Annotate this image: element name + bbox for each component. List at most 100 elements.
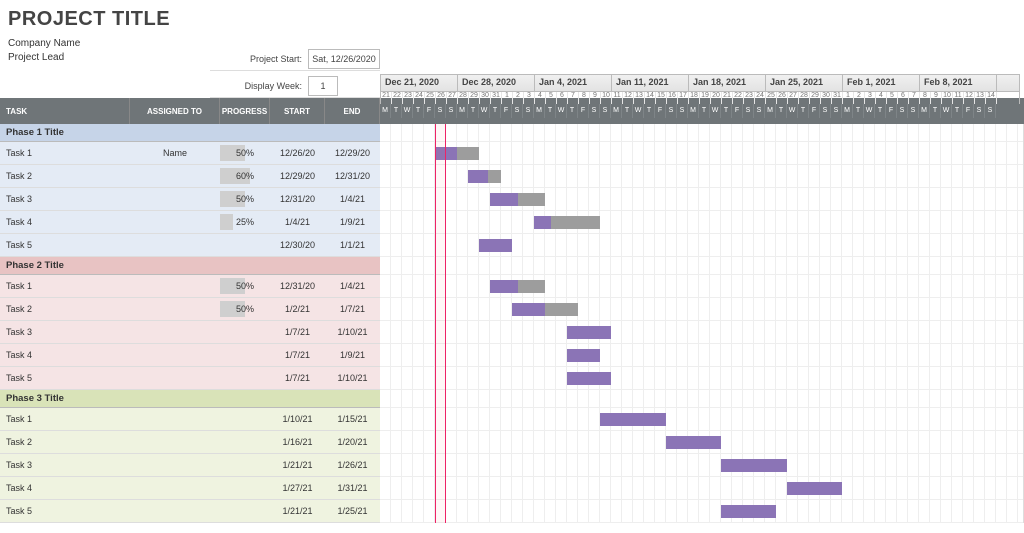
gantt-bar[interactable] <box>512 303 578 316</box>
task-start: 1/16/21 <box>270 431 325 453</box>
task-end: 1/4/21 <box>325 275 380 297</box>
dow-label: W <box>941 104 952 118</box>
day-number: 9 <box>590 92 601 104</box>
task-start: 1/21/21 <box>270 454 325 476</box>
task-progress <box>220 500 270 522</box>
dow-label: S <box>435 104 446 118</box>
task-end: 1/9/21 <box>325 211 380 233</box>
gantt-bar[interactable] <box>490 193 545 206</box>
dow-label: S <box>677 104 688 118</box>
gantt-bar[interactable] <box>666 436 721 449</box>
gantt-bar[interactable] <box>490 280 545 293</box>
day-number: 3 <box>865 92 876 104</box>
gantt-bar[interactable] <box>721 505 776 518</box>
dow-label: T <box>622 104 633 118</box>
gantt-row <box>380 321 1023 344</box>
day-number: 30 <box>480 92 491 104</box>
task-assigned <box>130 344 220 366</box>
gantt-bar[interactable] <box>567 372 611 385</box>
dow-label: S <box>985 104 996 118</box>
day-number: 25 <box>766 92 777 104</box>
gantt-row <box>380 142 1023 165</box>
gantt-row <box>380 477 1023 500</box>
gantt-bar[interactable] <box>534 216 600 229</box>
project-start-input[interactable]: Sat, 12/26/2020 <box>308 49 380 69</box>
task-row[interactable]: Task 31/7/211/10/21 <box>0 321 380 344</box>
company-name: Company Name <box>8 37 1024 51</box>
gantt-bar[interactable] <box>600 413 666 426</box>
dow-label: T <box>930 104 941 118</box>
project-title: PROJECT TITLE <box>8 8 1024 31</box>
task-row[interactable]: Task 250%1/2/211/7/21 <box>0 298 380 321</box>
task-row[interactable]: Task 41/27/211/31/21 <box>0 477 380 500</box>
task-start: 12/31/20 <box>270 188 325 210</box>
gantt-row <box>380 165 1023 188</box>
day-number: 13 <box>975 92 986 104</box>
day-number: 27 <box>788 92 799 104</box>
task-assigned <box>130 500 220 522</box>
task-progress: 50% <box>220 275 270 297</box>
task-name: Task 3 <box>0 188 130 210</box>
day-number: 22 <box>392 92 403 104</box>
day-number: 28 <box>458 92 469 104</box>
gantt-bar[interactable] <box>787 482 842 495</box>
task-row[interactable]: Task 41/7/211/9/21 <box>0 344 380 367</box>
project-start-label: Project Start: <box>210 54 302 64</box>
phase-title: Phase 3 Title <box>0 390 130 407</box>
task-start: 12/30/20 <box>270 234 325 256</box>
day-number: 24 <box>755 92 766 104</box>
dow-label: W <box>710 104 721 118</box>
week-label: Jan 11, 2021 <box>612 75 689 91</box>
task-assigned <box>130 431 220 453</box>
day-number: 31 <box>832 92 843 104</box>
task-name: Task 5 <box>0 234 130 256</box>
task-progress <box>220 431 270 453</box>
phase-header: Phase 3 Title <box>0 390 380 408</box>
task-start: 1/10/21 <box>270 408 325 430</box>
task-end: 1/26/21 <box>325 454 380 476</box>
day-number: 3 <box>524 92 535 104</box>
dow-label: M <box>457 104 468 118</box>
task-row[interactable]: Task 350%12/31/201/4/21 <box>0 188 380 211</box>
dow-label: T <box>853 104 864 118</box>
gantt-bar[interactable] <box>721 459 787 472</box>
gantt-bar[interactable] <box>479 239 512 252</box>
task-name: Task 4 <box>0 211 130 233</box>
dow-label: S <box>974 104 985 118</box>
day-number: 22 <box>733 92 744 104</box>
week-label: Dec 21, 2020 <box>381 75 458 91</box>
gantt-bar[interactable] <box>567 326 611 339</box>
task-row[interactable]: Task 260%12/29/2012/31/20 <box>0 165 380 188</box>
task-assigned <box>130 188 220 210</box>
day-number: 25 <box>425 92 436 104</box>
day-number: 20 <box>711 92 722 104</box>
day-number: 24 <box>414 92 425 104</box>
task-assigned <box>130 275 220 297</box>
gantt-bar[interactable] <box>567 349 600 362</box>
task-row[interactable]: Task 150%12/31/201/4/21 <box>0 275 380 298</box>
task-row[interactable]: Task 21/16/211/20/21 <box>0 431 380 454</box>
dow-label: M <box>611 104 622 118</box>
day-number: 7 <box>909 92 920 104</box>
task-assigned <box>130 211 220 233</box>
dow-label: M <box>380 104 391 118</box>
display-week-input[interactable]: 1 <box>308 76 338 96</box>
week-label: Feb 8, 2021 <box>920 75 997 91</box>
gantt-bar[interactable] <box>468 170 501 183</box>
task-row[interactable]: Task 51/21/211/25/21 <box>0 500 380 523</box>
col-assigned: ASSIGNED TO <box>130 98 220 124</box>
col-task: TASK <box>0 98 130 124</box>
day-number: 6 <box>898 92 909 104</box>
task-end: 1/20/21 <box>325 431 380 453</box>
day-number: 23 <box>744 92 755 104</box>
task-row[interactable]: Task 31/21/211/26/21 <box>0 454 380 477</box>
task-name: Task 5 <box>0 500 130 522</box>
task-row[interactable]: Task 425%1/4/211/9/21 <box>0 211 380 234</box>
calendar-header: Dec 21, 2020Dec 28, 2020Jan 4, 2021Jan 1… <box>380 74 1020 118</box>
task-row[interactable]: Task 1Name50%12/26/2012/29/20 <box>0 142 380 165</box>
task-row[interactable]: Task 51/7/211/10/21 <box>0 367 380 390</box>
task-row[interactable]: Task 512/30/201/1/21 <box>0 234 380 257</box>
task-row[interactable]: Task 11/10/211/15/21 <box>0 408 380 431</box>
day-number: 10 <box>942 92 953 104</box>
dow-label: T <box>468 104 479 118</box>
